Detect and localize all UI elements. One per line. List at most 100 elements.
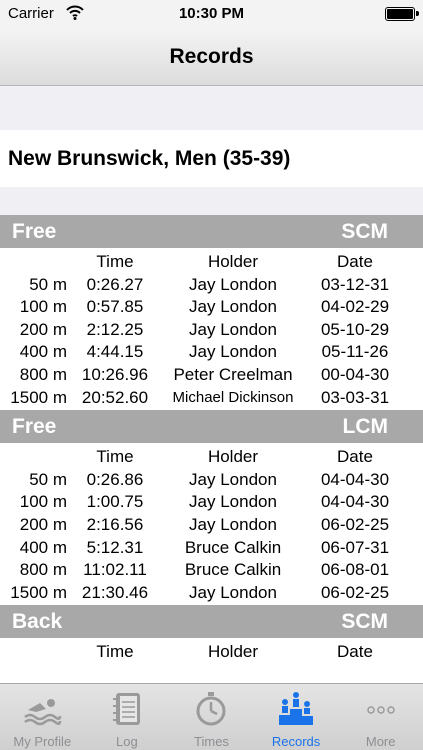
stopwatch-icon (196, 692, 226, 726)
date: 03-03-31 (320, 387, 390, 407)
tab-more[interactable]: More (338, 684, 423, 750)
record-row: 100 m 1:00.75 Jay London 04-04-30 (0, 490, 423, 513)
distance: 1500 m (10, 582, 67, 602)
date: 06-08-01 (320, 560, 390, 580)
holder: Jay London (189, 469, 277, 489)
holder: Jay London (189, 274, 277, 294)
time: 10:26.96 (81, 364, 149, 384)
time: 0:57.85 (86, 297, 144, 317)
tab-label: Records (271, 734, 321, 749)
date-column-header: Date (337, 447, 373, 467)
record-row: 50 m 0:26.86 Jay London 04-04-30 (0, 468, 423, 491)
holder: Bruce Calkin (184, 537, 282, 557)
holder: Jay London (189, 342, 277, 362)
section-header: Free LCM (0, 410, 423, 444)
column-header-row: Time Holder Date (0, 250, 423, 273)
battery-icon (385, 7, 419, 21)
time: 5:12.31 (86, 537, 144, 557)
records-section: Free SCM Time Holder Date 50 m 0:26.27 J… (0, 215, 423, 408)
distance: 800 m (19, 364, 67, 384)
tab-label: More (365, 734, 396, 749)
time: 11:02.11 (83, 560, 147, 580)
holder-column-header: Holder (207, 642, 259, 662)
stroke-label: Free (12, 220, 57, 243)
time: 4:44.15 (86, 342, 144, 362)
records-section: Free LCM Time Holder Date 50 m 0:26.86 J… (0, 410, 423, 603)
location-cell[interactable]: New Brunswick, Men (35-39) (0, 130, 423, 187)
status-time: 10:30 PM (178, 5, 245, 22)
time: 0:26.86 (86, 469, 144, 489)
more-icon (366, 706, 395, 714)
holder: Jay London (189, 582, 277, 602)
distance: 100 m (19, 297, 67, 317)
date: 06-02-25 (320, 582, 390, 602)
date: 04-02-29 (320, 297, 390, 317)
time: 2:12.25 (86, 319, 144, 339)
holder: Michael Dickinson (172, 388, 294, 406)
tab-times[interactable]: Times (169, 684, 254, 750)
date-column-header: Date (337, 642, 373, 662)
record-row: 100 m 0:57.85 Jay London 04-02-29 (0, 295, 423, 318)
time-column-header: Time (96, 447, 134, 467)
stroke-label: Free (12, 415, 57, 439)
date: 04-04-30 (320, 469, 390, 489)
records-section: Back SCM Time Holder Date (0, 605, 423, 663)
stroke-label: Back (12, 610, 63, 634)
time: 20:52.60 (81, 387, 149, 407)
holder: Jay London (189, 297, 277, 317)
date-column-header: Date (337, 252, 373, 271)
page-title: Records (169, 45, 254, 68)
holder: Jay London (189, 319, 277, 339)
records-table[interactable]: Free SCM Time Holder Date 50 m 0:26.27 J… (0, 215, 423, 683)
record-row: 800 m 11:02.11 Bruce Calkin 06-08-01 (0, 558, 423, 581)
holder: Jay London (189, 514, 277, 534)
time: 0:26.27 (86, 274, 144, 294)
date: 04-04-30 (320, 492, 390, 512)
section-header: Back SCM (0, 605, 423, 639)
distance: 100 m (19, 492, 67, 512)
distance: 1500 m (10, 387, 67, 407)
swimmer-icon (24, 699, 62, 726)
time: 21:30.46 (81, 582, 149, 602)
tab-label: Log (116, 734, 138, 749)
tab-records[interactable]: Records (254, 684, 339, 750)
podium-icon (279, 692, 314, 725)
holder: Peter Creelman (173, 364, 293, 384)
section-header: Free SCM (0, 215, 423, 248)
distance: 400 m (19, 537, 67, 557)
tab-bar: My Profile Log Times Records More (0, 683, 423, 750)
date: 05-10-29 (320, 319, 390, 339)
course-label: SCM (341, 220, 388, 243)
time: 1:00.75 (86, 492, 144, 512)
record-row: 1500 m 21:30.46 Jay London 06-02-25 (0, 581, 423, 604)
distance: 800 m (19, 560, 67, 580)
spacer (0, 86, 423, 130)
date: 06-02-25 (320, 514, 390, 534)
record-row: 200 m 2:12.25 Jay London 05-10-29 (0, 318, 423, 341)
tab-my-profile[interactable]: My Profile (0, 684, 85, 750)
date: 00-04-30 (320, 364, 390, 384)
holder-column-header: Holder (207, 252, 259, 271)
course-label: LCM (342, 415, 389, 439)
date: 05-11-26 (321, 342, 389, 362)
distance: 200 m (19, 319, 67, 339)
distance: 50 m (29, 469, 67, 489)
time-column-header: Time (96, 252, 134, 271)
navigation-bar: Records (0, 28, 423, 86)
time-column-header: Time (96, 642, 134, 662)
record-row: 50 m 0:26.27 Jay London 03-12-31 (0, 273, 423, 296)
time: 2:16.56 (86, 514, 144, 534)
distance: 200 m (19, 514, 67, 534)
tab-label: My Profile (13, 734, 72, 749)
date: 06-07-31 (320, 537, 390, 557)
record-row: 400 m 4:44.15 Jay London 05-11-26 (0, 340, 423, 363)
distance: 50 m (29, 274, 67, 294)
column-header-row: Time Holder Date (0, 640, 423, 663)
holder-column-header: Holder (207, 447, 259, 467)
date: 03-12-31 (320, 274, 390, 294)
distance: 400 m (19, 342, 67, 362)
course-label: SCM (341, 610, 388, 634)
record-row: 800 m 10:26.96 Peter Creelman 00-04-30 (0, 363, 423, 386)
notebook-icon (112, 693, 140, 725)
tab-log[interactable]: Log (85, 684, 170, 750)
